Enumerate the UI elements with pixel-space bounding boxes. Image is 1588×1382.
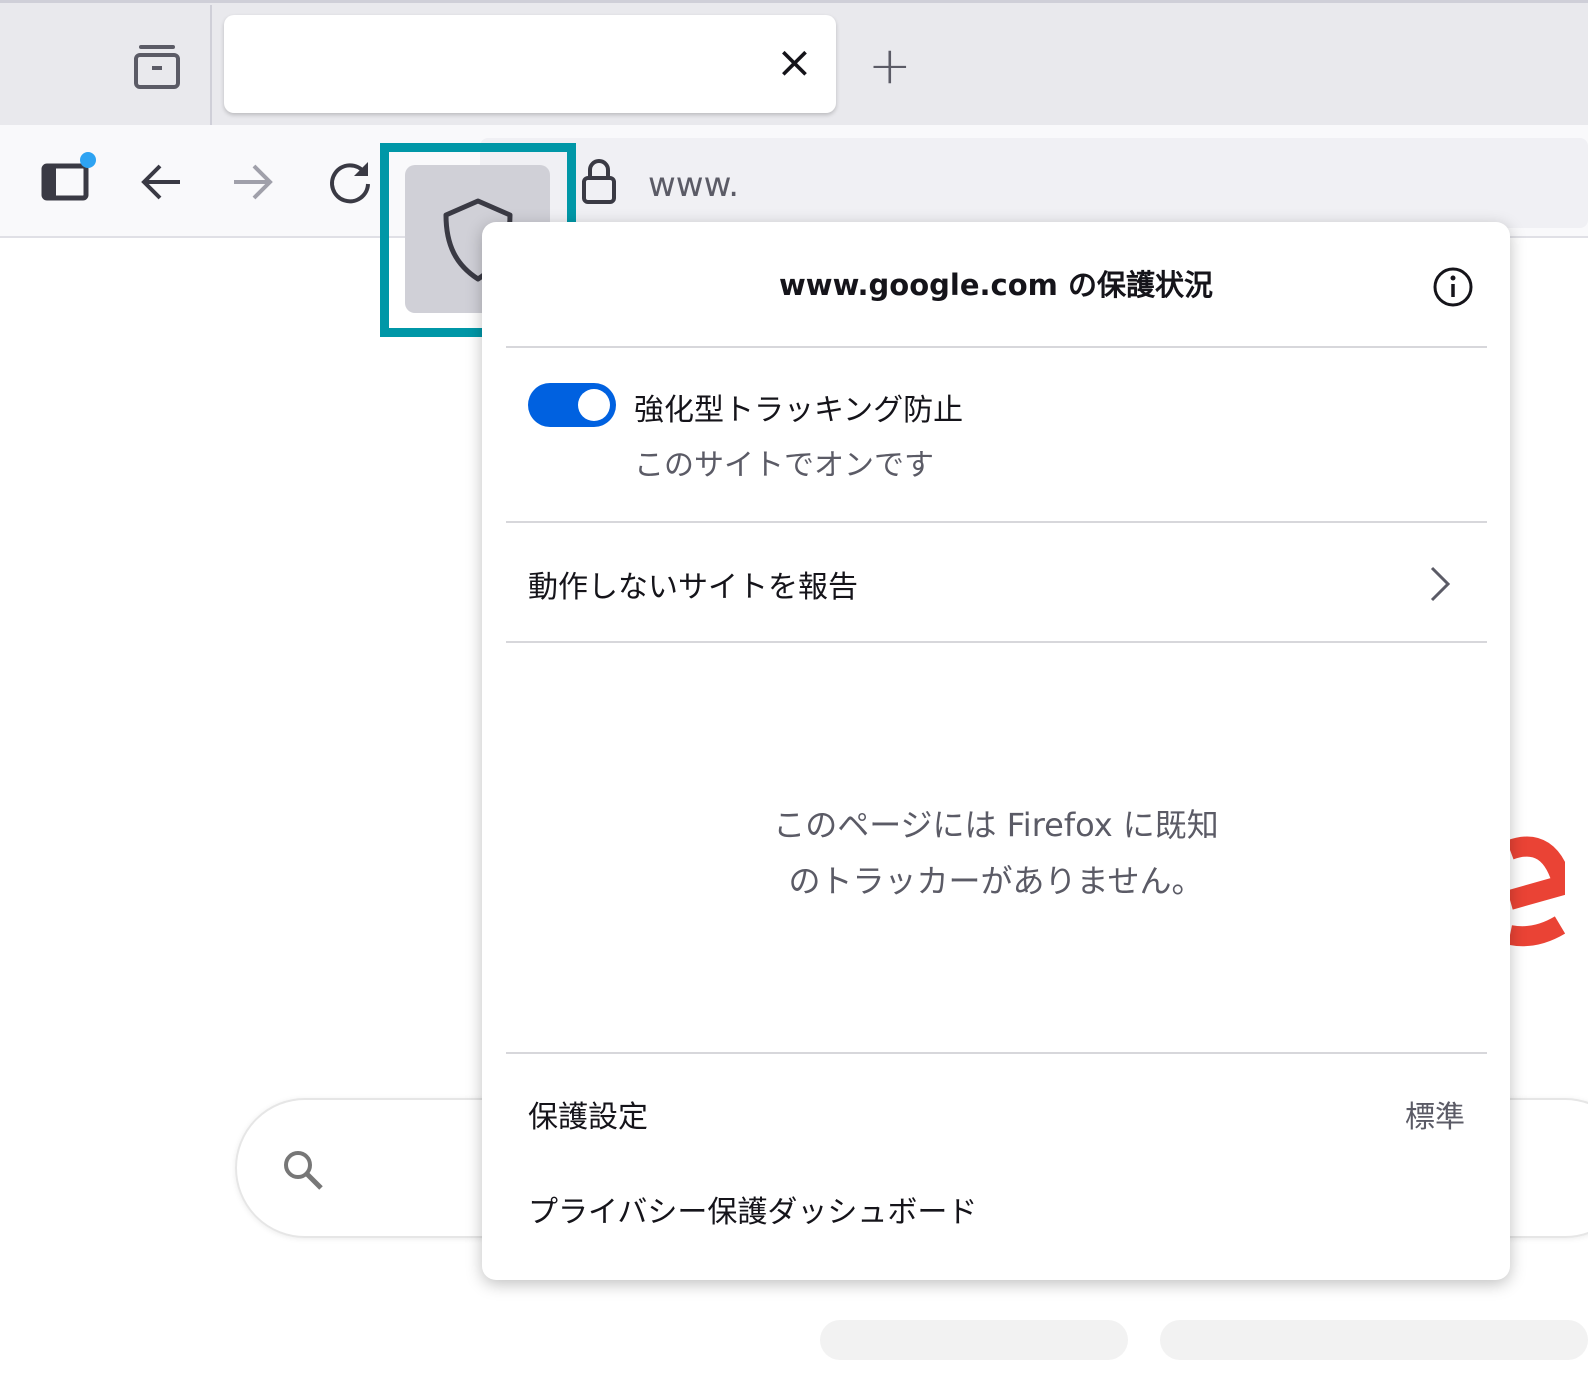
etp-label: 強化型トラッキング防止 (634, 393, 964, 428)
browser-tab[interactable]: × (224, 15, 836, 113)
google-button[interactable] (820, 1320, 1128, 1360)
google-logo-fragment (1506, 836, 1565, 947)
divider (506, 641, 1487, 643)
settings-value: 標準 (1405, 1100, 1465, 1135)
protections-panel: www.google.com の保護状況 強化型トラッキング防止 このサイトでオ… (482, 222, 1510, 1280)
info-icon[interactable] (1432, 266, 1474, 308)
reload-icon[interactable] (326, 158, 374, 206)
report-broken-site-item[interactable]: 動作しないサイトを報告 (506, 524, 1487, 642)
google-button[interactable] (1160, 1320, 1588, 1360)
divider (506, 346, 1487, 348)
etp-status: このサイトでオンです (634, 448, 934, 483)
tab-separator (210, 5, 212, 125)
url-text[interactable]: www. (648, 165, 743, 205)
settings-label: 保護設定 (528, 1100, 648, 1135)
report-label: 動作しないサイトを報告 (528, 570, 858, 605)
protection-settings-item[interactable]: 保護設定 標準 (506, 1072, 1487, 1152)
tab-close-button[interactable]: × (776, 37, 813, 88)
chevron-right-icon (1430, 566, 1451, 602)
divider (506, 521, 1487, 523)
privacy-dashboard-item[interactable]: プライバシー保護ダッシュボード (506, 1167, 1487, 1247)
sidebar-icon[interactable] (40, 150, 100, 202)
new-tab-button[interactable]: + (868, 36, 912, 96)
lock-icon[interactable] (580, 158, 620, 206)
dashboard-label: プライバシー保護ダッシュボード (528, 1195, 978, 1230)
no-trackers-line: のトラッカーがありません。 (788, 862, 1204, 900)
etp-toggle[interactable] (528, 383, 616, 427)
forward-icon[interactable] (230, 160, 276, 204)
divider (506, 1052, 1487, 1054)
back-icon[interactable] (138, 160, 184, 204)
search-icon (284, 1151, 323, 1190)
no-trackers-line: このページには Firefox に既知 (773, 806, 1219, 844)
firefox-view-icon[interactable] (133, 43, 181, 89)
url-bar[interactable] (480, 138, 1588, 228)
panel-title: www.google.com の保護状況 (779, 268, 1213, 302)
no-trackers-message: このページには Firefox に既知 のトラッカーがありません。 (482, 797, 1510, 909)
